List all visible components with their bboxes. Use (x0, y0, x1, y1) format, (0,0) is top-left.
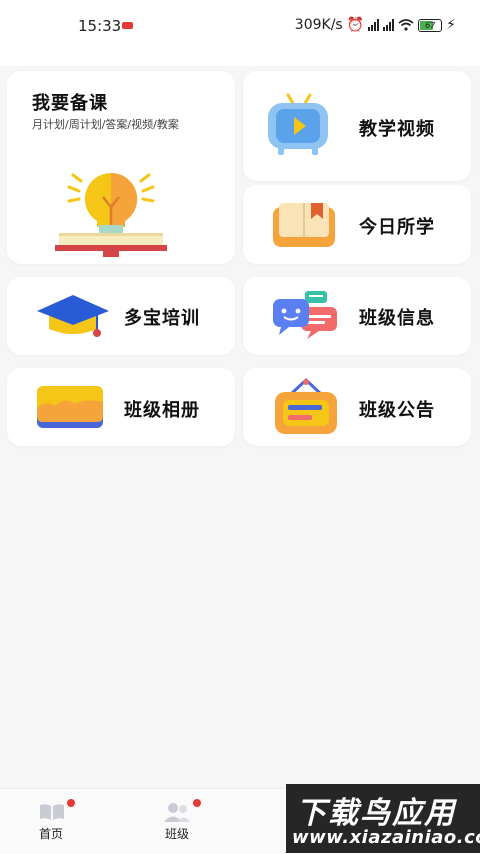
status-time: 15:33 (78, 17, 122, 35)
signal-icon-2 (383, 19, 395, 31)
tab-class[interactable]: 班级 (137, 789, 217, 854)
tab-home-label: 首页 (38, 827, 63, 841)
watermark-url: www.xiazainiao.com (292, 827, 480, 848)
today-learned-title: 今日所学 (359, 217, 435, 238)
home-badge (67, 799, 75, 807)
today-learned-card[interactable]: 今日所学 (243, 185, 471, 264)
watermark-title: 下载鸟应用 (296, 796, 456, 831)
graduation-cap-icon (37, 295, 109, 337)
status-bar: 15:33 309K/s ⏰ 67 ⚡ (0, 0, 480, 66)
tab-class-label: 班级 (164, 827, 189, 841)
alarm-icon: ⏰ (346, 17, 365, 33)
photo-album-icon (37, 386, 103, 428)
teaching-video-card[interactable]: 教学视频 (243, 71, 471, 181)
notice-board-icon (275, 378, 337, 434)
book-bookmark-icon (273, 203, 335, 247)
teaching-video-title: 教学视频 (359, 119, 435, 140)
prepare-lessons-subtitle: 月计划/周计划/答案/视频/教案 (32, 118, 179, 131)
class-badge (193, 799, 201, 807)
prepare-lessons-card[interactable]: 我要备课 月计划/周计划/答案/视频/教案 (7, 71, 235, 264)
wifi-icon (398, 19, 414, 31)
network-speed: 309K/s (294, 17, 343, 33)
class-info-title: 班级信息 (359, 308, 435, 329)
class-album-title: 班级相册 (124, 400, 200, 421)
charging-icon: ⚡ (446, 17, 456, 33)
status-indicators: 309K/s ⏰ 67 ⚡ (295, 17, 456, 33)
class-notice-title: 班级公告 (359, 400, 435, 421)
signal-icon (368, 19, 380, 31)
book-icon (40, 804, 64, 820)
class-info-card[interactable]: 班级信息 (243, 277, 471, 355)
chat-bubbles-icon (273, 291, 337, 339)
people-icon (164, 803, 190, 822)
lightbulb-book-icon (55, 172, 167, 257)
prepare-lessons-title: 我要备课 (32, 93, 108, 114)
battery-level: 67 (425, 20, 436, 30)
duobao-training-card[interactable]: 多宝培训 (7, 277, 235, 355)
watermark-logo: 下载鸟应用 www.xiazainiao.com (286, 784, 480, 853)
class-notice-card[interactable]: 班级公告 (243, 368, 471, 446)
tab-home[interactable]: 首页 (11, 789, 91, 854)
tv-play-icon (268, 93, 328, 155)
duobao-training-title: 多宝培训 (124, 308, 200, 329)
class-album-card[interactable]: 班级相册 (7, 368, 235, 446)
notification-icon (122, 22, 133, 29)
battery-icon: 67 (418, 18, 443, 32)
